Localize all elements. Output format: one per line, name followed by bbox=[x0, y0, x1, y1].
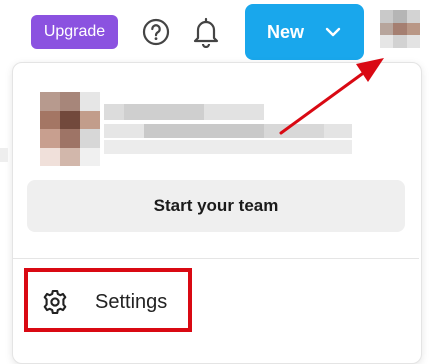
settings-label: Settings bbox=[95, 291, 168, 313]
help-icon[interactable] bbox=[142, 18, 170, 46]
background-fragment bbox=[0, 148, 8, 162]
start-team-button[interactable]: Start your team bbox=[27, 180, 405, 232]
bell-icon[interactable] bbox=[192, 16, 220, 48]
avatar[interactable] bbox=[380, 10, 420, 48]
upgrade-button[interactable]: Upgrade bbox=[31, 15, 118, 49]
new-button[interactable]: New bbox=[245, 4, 364, 60]
chevron-down-icon bbox=[325, 27, 341, 37]
gear-icon bbox=[43, 289, 67, 315]
divider bbox=[13, 258, 419, 259]
settings-menu-item[interactable]: Settings bbox=[24, 268, 192, 332]
profile-avatar bbox=[40, 92, 100, 166]
new-button-label: New bbox=[267, 21, 305, 42]
